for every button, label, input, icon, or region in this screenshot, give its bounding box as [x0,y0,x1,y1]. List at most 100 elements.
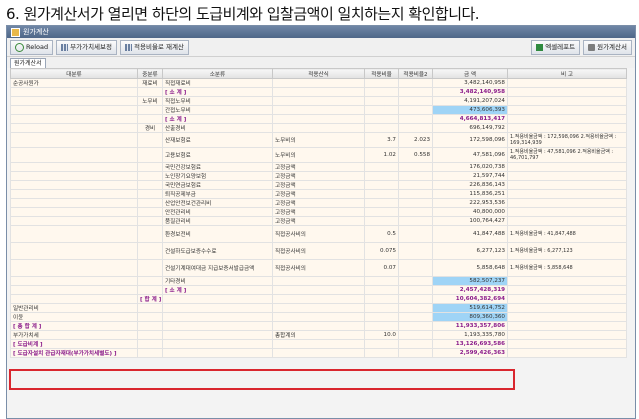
cell-formula[interactable]: 총합계의 [272,330,365,340]
cell-major[interactable]: 이윤 [10,312,138,322]
cell-amount[interactable]: 222,953,536 [432,198,508,208]
table-row[interactable]: 이윤 809,360,360 [10,312,627,322]
cell-mid[interactable] [137,87,163,97]
cell-mid[interactable] [137,162,163,172]
cell-minor[interactable]: 직접노무비 [162,96,273,106]
cell-major[interactable] [10,162,138,172]
cell-minor[interactable]: 산업안전보건관리비 [162,198,273,208]
cell-minor[interactable]: 국민연금보험료 [162,180,273,190]
cell-major[interactable]: 부가가치세 [10,330,138,340]
cell-rate2[interactable] [398,162,433,172]
cell-amount[interactable]: 1,193,335,780 [432,330,508,340]
cell-rate[interactable]: 1.02 [364,147,399,163]
cell-minor[interactable]: 노인장기요양보험 [162,171,273,181]
table-row[interactable]: 퇴직공제부금 고정금액 115,836,251 [10,189,627,199]
cell-minor[interactable]: 직접재료비 [162,78,273,88]
col-note[interactable]: 비 고 [507,68,627,79]
cell-mid[interactable] [137,276,163,286]
cell-mid[interactable]: 재료비 [137,78,163,88]
cell-formula[interactable] [272,303,365,313]
table-row[interactable]: 순공사원가 재료비 직접재료비 3,482,140,958 [10,78,627,88]
cell-formula[interactable] [272,339,365,349]
cell-formula[interactable]: 고정금액 [272,180,365,190]
cell-rate[interactable] [364,114,399,124]
table-row[interactable]: 국민건강보험료 고정금액 176,020,738 [10,162,627,172]
cell-mid[interactable] [137,242,163,260]
cell-amount[interactable]: 21,597,744 [432,171,508,181]
cell-note[interactable]: 1.적용비율금액 : 6,277,123 [507,242,627,260]
table-row[interactable]: 부가가치세 총합계의 10.0 1,193,335,780 [10,330,627,340]
cell-note[interactable] [507,207,627,217]
cell-rate2[interactable] [398,276,433,286]
cell-amount[interactable]: 10,604,382,694 [432,294,508,304]
cell-major[interactable] [10,198,138,208]
cell-formula[interactable] [272,294,365,304]
cell-rate[interactable]: 0.5 [364,225,399,243]
cell-major[interactable] [10,180,138,190]
cell-rate2[interactable] [398,123,433,133]
table-row[interactable]: 경비 산출경비 696,149,792 [10,123,627,133]
cell-note[interactable] [507,303,627,313]
cell-mid[interactable] [137,147,163,163]
cell-minor[interactable]: [ 소 계 ] [162,285,273,295]
cell-note[interactable] [507,114,627,124]
cell-major[interactable] [10,171,138,181]
cell-rate[interactable] [364,96,399,106]
cell-rate2[interactable] [398,312,433,322]
cell-minor[interactable]: 간접노무비 [162,105,273,115]
cell-rate[interactable] [364,312,399,322]
cell-note[interactable] [507,162,627,172]
cell-rate[interactable]: 0.075 [364,242,399,260]
cell-rate2[interactable] [398,198,433,208]
cell-rate[interactable] [364,189,399,199]
cell-note[interactable] [507,339,627,349]
cell-minor[interactable]: [ 소 계 ] [162,87,273,97]
cell-mid[interactable] [137,216,163,226]
cell-minor[interactable] [162,321,273,331]
cell-minor[interactable]: 퇴직공제부금 [162,189,273,199]
cell-note[interactable] [507,216,627,226]
cell-rate2[interactable] [398,216,433,226]
table-row[interactable]: [ 총 합 계 ] 11,933,357,806 [10,321,627,331]
excel-report-button[interactable]: 엑셀레포트 [531,39,581,55]
cell-formula[interactable]: 고정금액 [272,162,365,172]
cell-amount[interactable]: 13,126,693,586 [432,339,508,349]
cell-formula[interactable] [272,312,365,322]
cell-amount[interactable]: 2,457,428,319 [432,285,508,295]
cell-rate2[interactable] [398,171,433,181]
table-row[interactable]: [ 도급자설치 관급자재대(부가가치세별도) ] 2,599,426,363 [10,348,627,358]
table-row[interactable]: 국민연금보험료 고정금액 226,836,143 [10,180,627,190]
cell-amount[interactable]: 6,277,123 [432,242,508,260]
cell-major[interactable] [10,259,138,277]
cell-amount[interactable]: 176,020,738 [432,162,508,172]
cell-mid[interactable] [137,105,163,115]
table-row[interactable]: 기타경비 582,507,237 [10,276,627,286]
cell-major[interactable] [10,242,138,260]
table-row[interactable]: 품질관리비 고정금액 100,764,427 [10,216,627,226]
cell-formula[interactable]: 고정금액 [272,189,365,199]
cell-amount[interactable]: 100,764,427 [432,216,508,226]
cell-note[interactable] [507,330,627,340]
table-row[interactable]: 환경보전비 직접공사비의 0.5 41,847,488 1.적용비율금액 : 41,84… [10,225,627,243]
tab-cost-statement[interactable]: 원가계산서 [10,58,46,68]
cell-rate2[interactable] [398,189,433,199]
cell-amount[interactable]: 4,191,207,024 [432,96,508,106]
cell-major[interactable] [10,189,138,199]
cell-amount[interactable]: 172,598,096 [432,132,508,148]
cell-rate[interactable] [364,339,399,349]
cell-note[interactable] [507,321,627,331]
cell-rate2[interactable] [398,259,433,277]
cell-minor[interactable] [162,348,273,358]
table-row[interactable]: 건설기계대여대금 지급보증서발급금액 직접공사비의 0.07 5,858,648 1.적… [10,259,627,277]
cell-rate2[interactable] [398,303,433,313]
cell-amount[interactable]: 5,858,648 [432,259,508,277]
cell-rate2[interactable] [398,87,433,97]
cell-note[interactable] [507,78,627,88]
cell-amount[interactable]: 41,847,488 [432,225,508,243]
rate-recalc-button[interactable]: 적용비율로 재계산 [120,39,189,55]
cell-major[interactable] [10,96,138,106]
cell-major[interactable] [10,207,138,217]
cell-rate2[interactable] [398,339,433,349]
cell-mid[interactable] [137,198,163,208]
cell-major[interactable] [10,132,138,148]
